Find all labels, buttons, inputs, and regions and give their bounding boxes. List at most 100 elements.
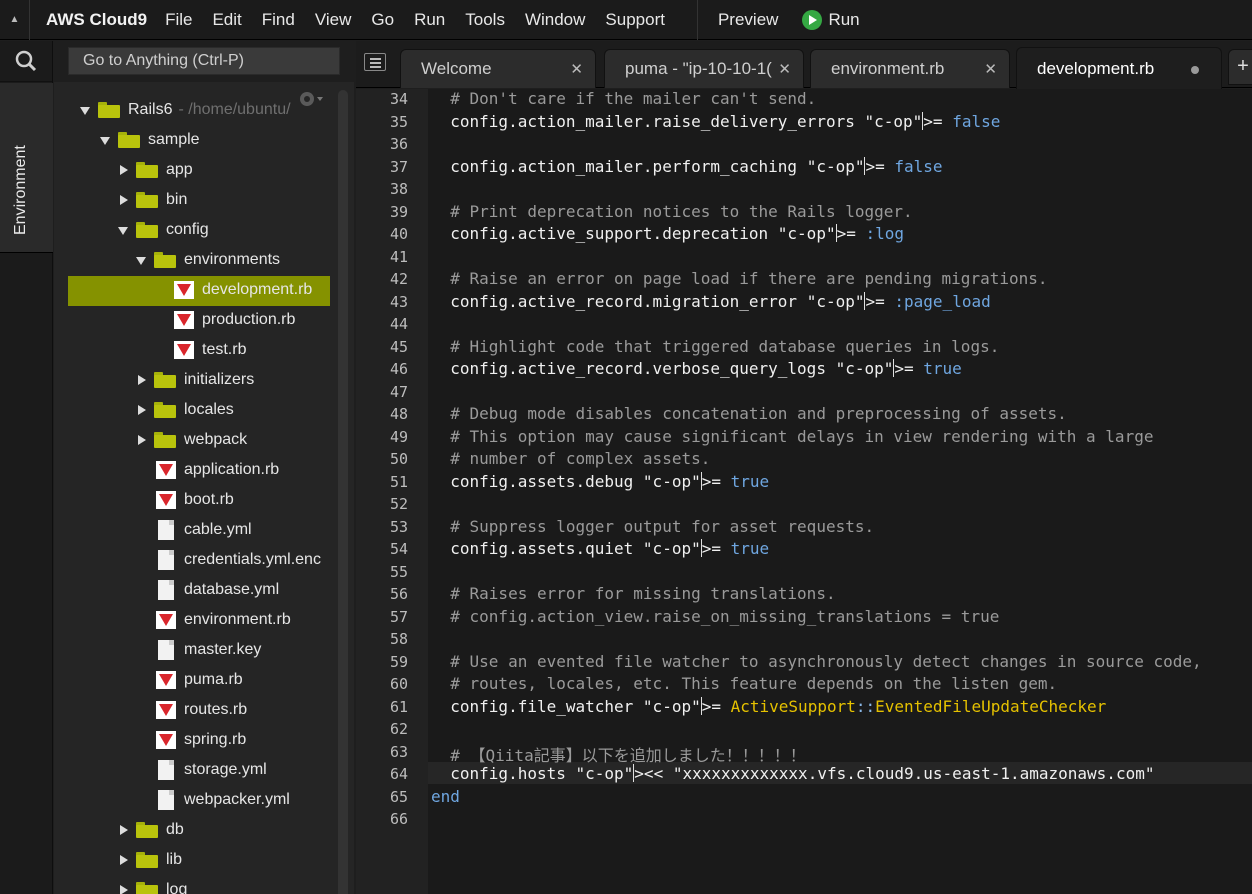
- chevron-right-icon[interactable]: [118, 885, 128, 894]
- code-line[interactable]: # routes, locales, etc. This feature dep…: [431, 674, 1057, 693]
- collapse-menu-button[interactable]: ▲: [0, 0, 30, 40]
- code-line[interactable]: # Use an evented file watcher to asynchr…: [431, 652, 1201, 671]
- code-line[interactable]: config.action_mailer.perform_caching "c-…: [431, 156, 943, 176]
- tab-development-rb[interactable]: development.rb: [1016, 47, 1222, 89]
- code-line[interactable]: config.assets.quiet "c-op">= true: [431, 539, 769, 558]
- line-number: 58: [389, 630, 408, 648]
- chevron-right-icon[interactable]: [118, 855, 128, 865]
- tree-item-spring-rb[interactable]: spring.rb: [156, 725, 246, 755]
- tree-item-config[interactable]: config: [118, 215, 209, 245]
- code-line[interactable]: # 【Qiita記事】以下を追加しました！！！！！: [431, 742, 805, 766]
- tree-item-db[interactable]: db: [118, 815, 184, 845]
- tab-welcome[interactable]: Welcome ✕: [400, 49, 596, 88]
- tree-item-environment-rb[interactable]: environment.rb: [156, 605, 291, 635]
- code-line[interactable]: config.active_record.migration_error "c-…: [431, 291, 991, 311]
- code-line[interactable]: # config.action_view.raise_on_missing_tr…: [431, 607, 999, 626]
- menu-view[interactable]: View: [315, 10, 352, 30]
- tree-item-boot-rb[interactable]: boot.rb: [156, 485, 234, 515]
- search-button[interactable]: [0, 41, 52, 82]
- environment-tab[interactable]: Environment: [0, 83, 53, 253]
- tree-root-label: Rails6: [128, 101, 173, 118]
- code-line[interactable]: config.active_support.deprecation "c-op"…: [431, 224, 904, 243]
- tree-item-app[interactable]: app: [118, 155, 193, 185]
- code-line[interactable]: config.assets.debug "c-op">= true: [431, 471, 769, 491]
- close-icon[interactable]: ✕: [984, 60, 997, 78]
- go-to-anything-input[interactable]: Go to Anything (Ctrl-P): [68, 47, 340, 75]
- tree-item-log[interactable]: log: [118, 875, 187, 894]
- code-line[interactable]: # This option may cause significant dela…: [431, 427, 1153, 446]
- chevron-down-icon[interactable]: [100, 135, 110, 145]
- app-brand-menu[interactable]: AWS Cloud9: [46, 10, 147, 30]
- code-line[interactable]: # Suppress logger output for asset reque…: [431, 517, 874, 536]
- tree-item-cable-yml[interactable]: cable.yml: [156, 515, 252, 545]
- unsaved-dot-icon[interactable]: [1191, 66, 1199, 74]
- tree-scrollbar[interactable]: [338, 90, 348, 894]
- close-icon[interactable]: ✕: [570, 60, 583, 78]
- tree-item-initializers[interactable]: initializers: [136, 365, 254, 395]
- code-line[interactable]: # Don't care if the mailer can't send.: [431, 89, 816, 108]
- line-number: 62: [389, 720, 408, 738]
- code-line[interactable]: # Raises error for missing translations.: [431, 584, 835, 603]
- menu-edit[interactable]: Edit: [212, 10, 241, 30]
- menu-run[interactable]: Run: [414, 10, 445, 30]
- chevron-down-icon[interactable]: [136, 255, 146, 265]
- tree-item-lib[interactable]: lib: [118, 845, 182, 875]
- tree-item-webpack[interactable]: webpack: [136, 425, 247, 455]
- tree-root[interactable]: Rails6 - /home/ubuntu/: [80, 95, 291, 125]
- chevron-right-icon[interactable]: [118, 825, 128, 835]
- code-line[interactable]: config.hosts "c-op"><< "xxxxxxxxxxxxx.vf…: [431, 764, 1154, 783]
- code-line[interactable]: # Debug mode disables concatenation and …: [431, 404, 1067, 423]
- tab-list-button[interactable]: [364, 53, 386, 71]
- tree-item-master-key[interactable]: master.key: [156, 635, 261, 665]
- code-line[interactable]: config.action_mailer.raise_delivery_erro…: [431, 111, 1000, 131]
- run-button[interactable]: Run: [802, 9, 860, 30]
- code-line[interactable]: # Print deprecation notices to the Rails…: [431, 202, 912, 221]
- menu-file[interactable]: File: [165, 10, 192, 30]
- tab-puma-terminal[interactable]: puma - "ip-10-10-1( ✕: [604, 49, 804, 88]
- code-line[interactable]: # Highlight code that triggered database…: [431, 337, 999, 356]
- close-icon[interactable]: ✕: [774, 60, 791, 78]
- tree-item-routes-rb[interactable]: routes.rb: [156, 695, 247, 725]
- tree-item-database-yml[interactable]: database.yml: [156, 575, 279, 605]
- menu-support[interactable]: Support: [605, 10, 665, 30]
- chevron-down-icon[interactable]: [80, 105, 90, 115]
- menu-tools[interactable]: Tools: [465, 10, 505, 30]
- code-line[interactable]: # number of complex assets.: [431, 449, 710, 468]
- chevron-right-icon[interactable]: [118, 195, 128, 205]
- tree-item-locales[interactable]: locales: [136, 395, 234, 425]
- code-editor[interactable]: 34 35 36 37 38 39 40 41 42 43 44 45 46 47 48 49 50 51 52 53…: [356, 89, 1252, 894]
- tree-item-application-rb[interactable]: application.rb: [156, 455, 279, 485]
- code-line[interactable]: # Raise an error on page load if there a…: [431, 269, 1047, 288]
- code-line[interactable]: end: [431, 787, 460, 806]
- tree-item-sample[interactable]: sample: [100, 125, 200, 155]
- tree-item-production-rb[interactable]: production.rb: [174, 305, 295, 335]
- menu-window[interactable]: Window: [525, 10, 585, 30]
- tree-item-puma-rb[interactable]: puma.rb: [156, 665, 243, 695]
- chevron-right-icon[interactable]: [118, 165, 128, 175]
- code-line[interactable]: config.file_watcher "c-op">= ActiveSuppo…: [431, 696, 1106, 716]
- chevron-up-icon: ▲: [9, 14, 20, 25]
- line-number: 50: [389, 450, 408, 468]
- folder-icon: [154, 402, 176, 418]
- tree-item-storage-yml[interactable]: storage.yml: [156, 755, 267, 785]
- menu-find[interactable]: Find: [262, 10, 295, 30]
- new-tab-button[interactable]: +: [1228, 49, 1252, 85]
- folder-icon: [136, 222, 158, 238]
- tree-item-test-rb[interactable]: test.rb: [174, 335, 246, 365]
- preview-button[interactable]: Preview: [718, 10, 778, 30]
- tree-item-label: log: [166, 881, 188, 894]
- menu-go[interactable]: Go: [371, 10, 394, 30]
- code-line[interactable]: config.active_record.verbose_query_logs …: [431, 359, 962, 378]
- left-rail: Environment: [0, 41, 53, 894]
- tab-environment-rb[interactable]: environment.rb ✕: [810, 49, 1010, 88]
- chevron-right-icon[interactable]: [136, 375, 146, 385]
- tree-item-development-rb[interactable]: development.rb: [174, 275, 312, 305]
- tree-item-webpacker-yml[interactable]: webpacker.yml: [156, 785, 290, 815]
- gear-icon[interactable]: [296, 88, 324, 110]
- chevron-down-icon[interactable]: [118, 225, 128, 235]
- chevron-right-icon[interactable]: [136, 405, 146, 415]
- chevron-right-icon[interactable]: [136, 435, 146, 445]
- tree-item-environments[interactable]: environments: [136, 245, 280, 275]
- tree-item-bin[interactable]: bin: [118, 185, 187, 215]
- tree-item-credentials-yml-enc[interactable]: credentials.yml.enc: [156, 545, 321, 575]
